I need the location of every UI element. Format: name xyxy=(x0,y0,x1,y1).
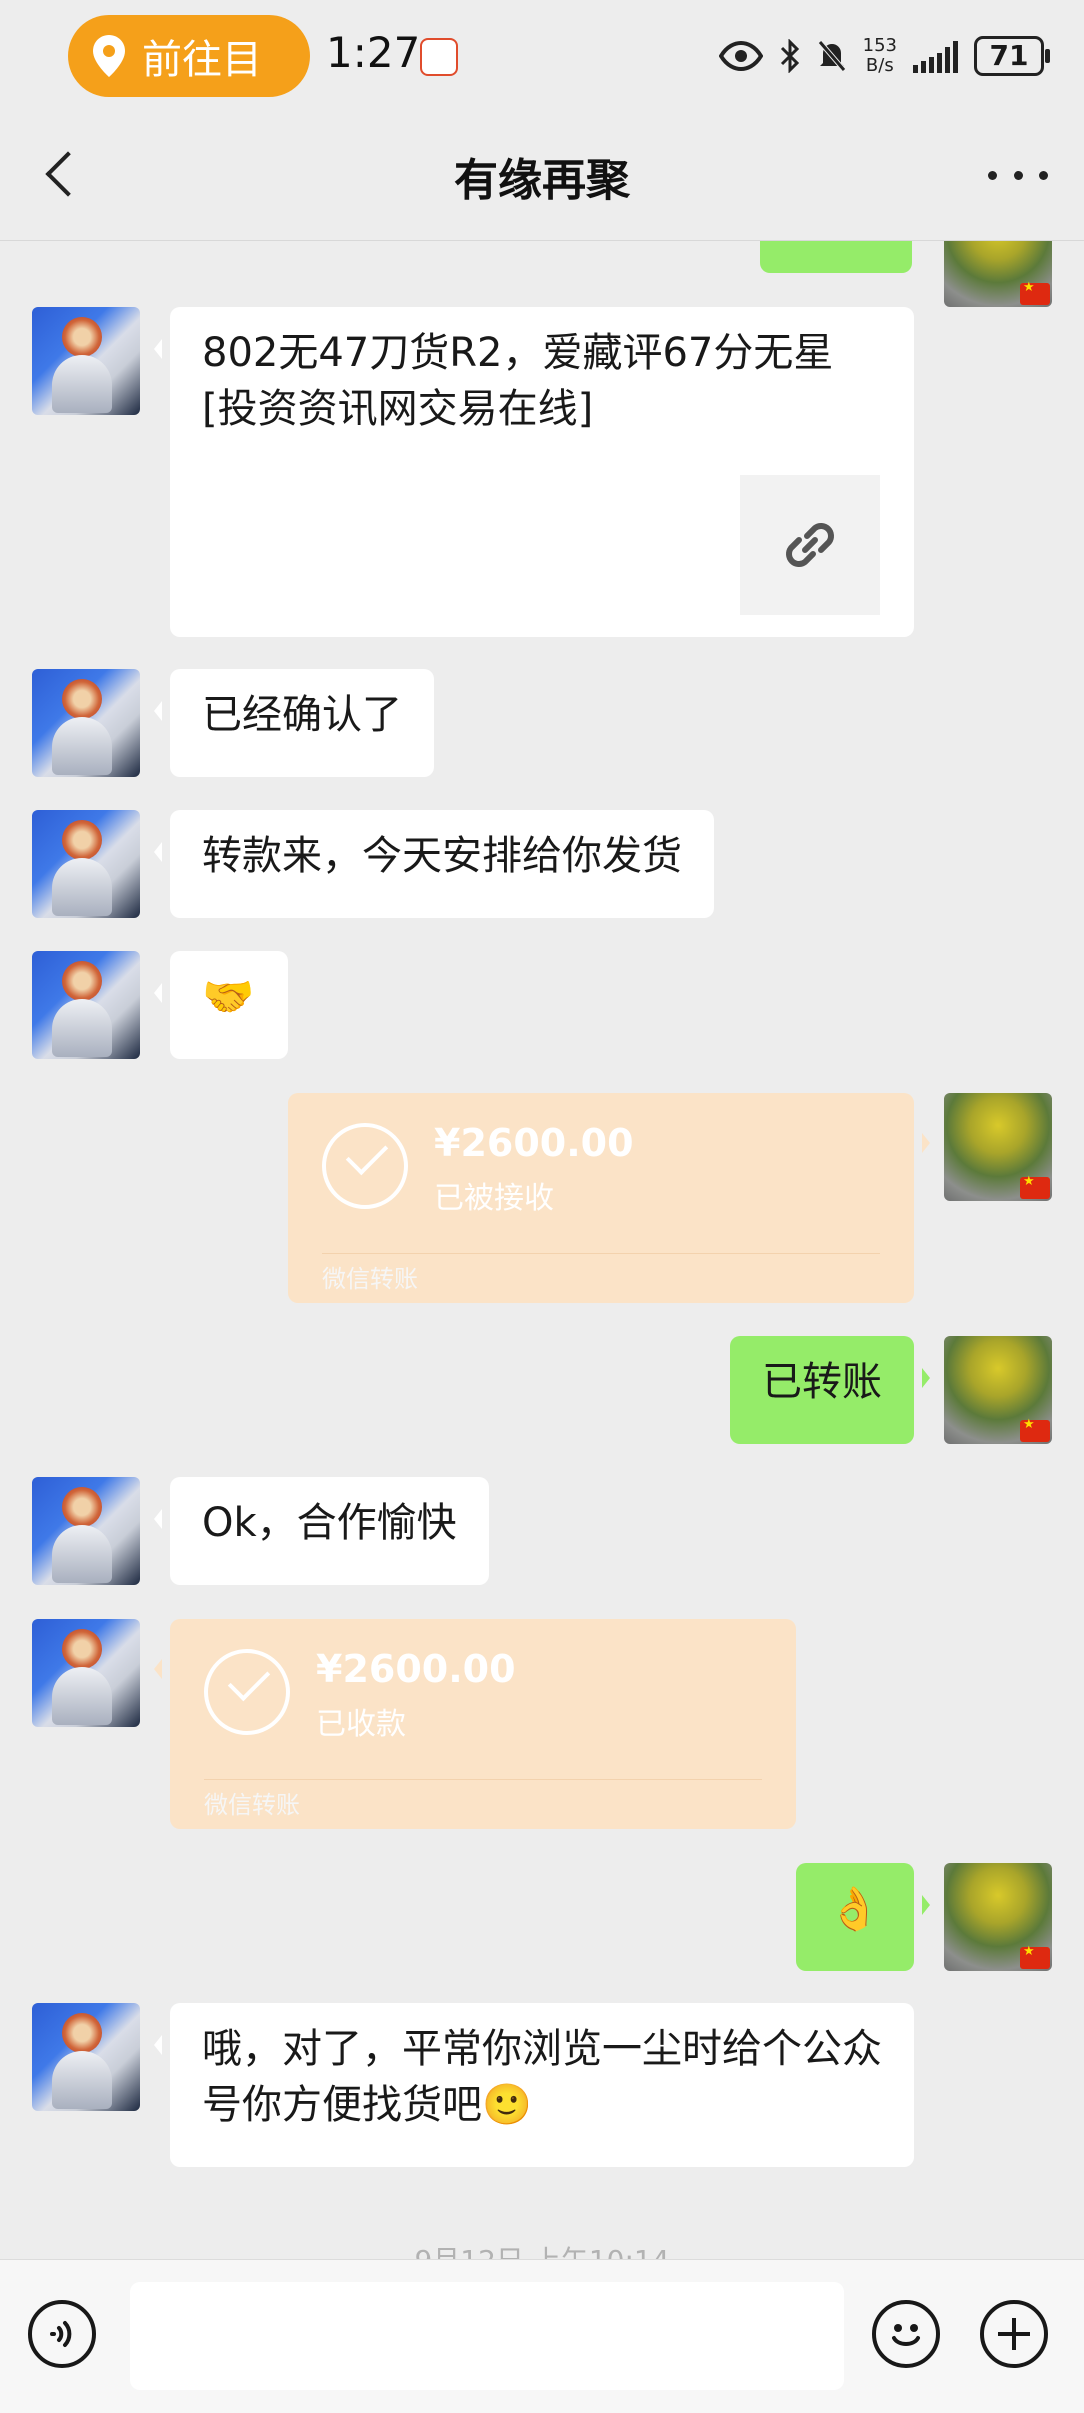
emoji-message-bubble[interactable]: 🤝 xyxy=(154,951,288,1059)
navigation-pill-text: 前往目 xyxy=(142,37,262,83)
message-bubble[interactable]: Ok，合作愉快 xyxy=(154,1477,489,1585)
voice-button[interactable] xyxy=(28,2300,96,2368)
transfer-card[interactable]: ¥2600.00 已收款 微信转账 xyxy=(154,1619,796,1829)
contact-avatar[interactable] xyxy=(32,810,140,918)
my-avatar[interactable] xyxy=(944,1863,1052,1971)
my-avatar[interactable] xyxy=(944,1336,1052,1444)
status-bar: 前往目 1:27 153 B/s 71 xyxy=(0,0,1084,110)
message-bubble[interactable]: 已经确认了 xyxy=(154,669,434,777)
network-speed: 153 B/s xyxy=(863,36,897,76)
contact-avatar[interactable] xyxy=(32,669,140,777)
location-pin-icon xyxy=(82,29,136,83)
more-functions-button[interactable] xyxy=(980,2300,1048,2368)
contact-avatar[interactable] xyxy=(32,307,140,415)
partial-message-bubble[interactable] xyxy=(760,241,912,273)
emoji-button[interactable] xyxy=(872,2300,940,2368)
my-avatar[interactable] xyxy=(944,241,1052,307)
contact-avatar[interactable] xyxy=(32,1477,140,1585)
transfer-status: 已被接收 xyxy=(434,1181,554,1216)
network-speed-unit: B/s xyxy=(865,55,894,76)
transfer-amount: ¥2600.00 xyxy=(434,1121,634,1165)
app-notification-icon xyxy=(420,38,458,76)
transfer-card[interactable]: ¥2600.00 已被接收 微信转账 xyxy=(288,1093,930,1303)
message-bubble[interactable]: 转款来，今天安排给你发货 xyxy=(154,810,714,918)
transfer-amount: ¥2600.00 xyxy=(316,1647,516,1691)
china-flag-icon xyxy=(1020,1417,1050,1442)
link-message-title: 802无47刀货R2，爱藏评67分无星[投资资讯网交易在线] xyxy=(202,330,834,432)
voice-icon xyxy=(50,2321,72,2347)
emoji-icon xyxy=(892,2324,920,2346)
transfer-footer: 微信转账 xyxy=(322,1265,418,1293)
transfer-footer: 微信转账 xyxy=(204,1791,300,1819)
signal-icon xyxy=(913,39,958,73)
bluetooth-icon xyxy=(780,39,799,73)
navigation-pill[interactable]: 前往目 xyxy=(68,15,310,97)
transfer-check-icon xyxy=(204,1649,290,1735)
battery-indicator: 71 xyxy=(974,36,1050,76)
link-thumbnail xyxy=(740,475,880,615)
more-options-button[interactable] xyxy=(988,160,1048,190)
message-bubble[interactable]: 哦，对了，平常你浏览一尘时给个公众号你方便找货吧🙂 xyxy=(154,2003,914,2167)
transfer-divider xyxy=(322,1253,880,1254)
china-flag-icon xyxy=(1020,1174,1050,1199)
link-icon xyxy=(786,523,834,567)
mute-bell-icon xyxy=(817,40,846,72)
link-message-card[interactable]: 802无47刀货R2，爱藏评67分无星[投资资讯网交易在线] xyxy=(154,307,914,637)
message-bubble[interactable]: 已转账 xyxy=(730,1336,930,1444)
clock: 1:27 xyxy=(326,28,421,77)
transfer-status: 已收款 xyxy=(316,1707,406,1742)
contact-avatar[interactable] xyxy=(32,2003,140,2111)
eye-icon xyxy=(718,41,763,71)
chat-header: 有缘再聚 xyxy=(0,110,1084,241)
my-avatar[interactable] xyxy=(944,1093,1052,1201)
transfer-check-icon xyxy=(322,1123,408,1209)
china-flag-icon xyxy=(1020,1944,1050,1969)
message-list[interactable]: 802无47刀货R2，爱藏评67分无星[投资资讯网交易在线] 已经确认了 转款来… xyxy=(0,241,1084,2259)
contact-avatar[interactable] xyxy=(32,1619,140,1727)
china-flag-icon xyxy=(1020,280,1050,305)
contact-avatar[interactable] xyxy=(32,951,140,1059)
chat-title: 有缘再聚 xyxy=(454,155,630,206)
emoji-message-bubble[interactable]: 👌 xyxy=(796,1863,930,1971)
timestamp: 9月12日 上午10:14 xyxy=(0,2239,1084,2259)
status-icons: 153 B/s 71 xyxy=(718,28,1050,84)
network-speed-value: 153 xyxy=(862,35,897,56)
transfer-divider xyxy=(204,1779,762,1780)
input-bar xyxy=(0,2259,1084,2413)
message-input[interactable] xyxy=(130,2282,844,2390)
